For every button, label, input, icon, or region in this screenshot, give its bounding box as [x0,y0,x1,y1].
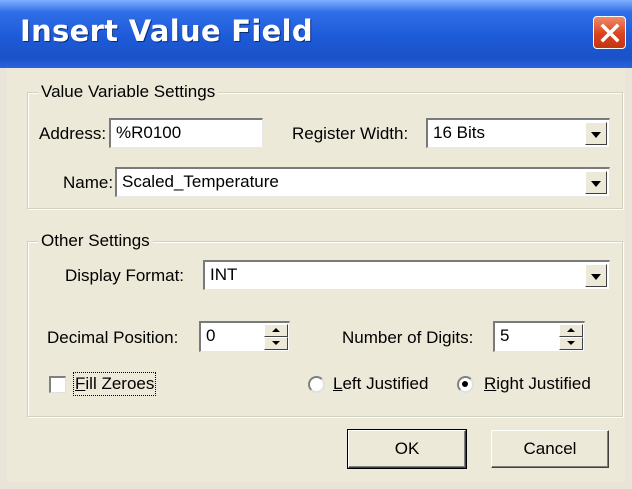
right-justified-label[interactable]: Right Justified [484,374,591,394]
register-width-value: 16 Bits [433,123,485,142]
window-title: Insert Value Field [20,14,313,48]
fill-zeroes-text: Fill Zeroes [75,374,155,393]
fill-zeroes-label[interactable]: Fill Zeroes [72,372,157,396]
address-value: %R0100 [116,123,182,142]
spin-up-icon[interactable] [559,324,583,337]
display-format-select[interactable]: INT [203,260,610,290]
address-label: Address: [39,124,107,143]
cancel-button[interactable]: Cancel [491,430,609,468]
spin-down-icon[interactable] [264,337,288,350]
number-of-digits-label: Number of Digits: [342,328,474,347]
left-justified-radio[interactable] [308,376,325,393]
fill-zeroes-checkbox[interactable] [49,376,66,393]
decimal-position-stepper[interactable]: 0 [199,321,290,352]
spin-up-icon[interactable] [264,324,288,337]
spinner [264,324,288,350]
left-justified-label[interactable]: Left Justified [333,374,428,394]
dialog-body: Value Variable Settings Address: %R0100 … [7,68,625,482]
chevron-down-icon[interactable] [585,171,607,194]
close-button[interactable] [593,16,626,49]
group-title-other-settings: Other Settings [38,231,153,251]
address-input[interactable]: %R0100 [109,118,263,148]
number-of-digits-value: 5 [500,326,510,345]
display-format-value: INT [210,265,238,284]
spinner [559,324,583,350]
name-label: Name: [63,173,114,192]
spin-down-icon[interactable] [559,337,583,350]
register-width-label: Register Width: [292,124,409,143]
chevron-down-icon[interactable] [585,122,607,145]
close-icon [600,23,620,43]
ok-button[interactable]: OK [347,429,467,469]
register-width-select[interactable]: 16 Bits [426,118,610,148]
name-value: Scaled_Temperature [122,172,279,191]
right-justified-radio[interactable] [457,376,474,393]
title-bar: Insert Value Field [0,0,632,68]
chevron-down-icon[interactable] [585,264,607,287]
decimal-position-label: Decimal Position: [47,328,179,347]
name-select[interactable]: Scaled_Temperature [115,167,610,197]
group-title-value-variable-settings: Value Variable Settings [38,82,219,102]
number-of-digits-stepper[interactable]: 5 [493,321,585,352]
display-format-label: Display Format: [65,266,185,285]
decimal-position-value: 0 [206,326,216,345]
